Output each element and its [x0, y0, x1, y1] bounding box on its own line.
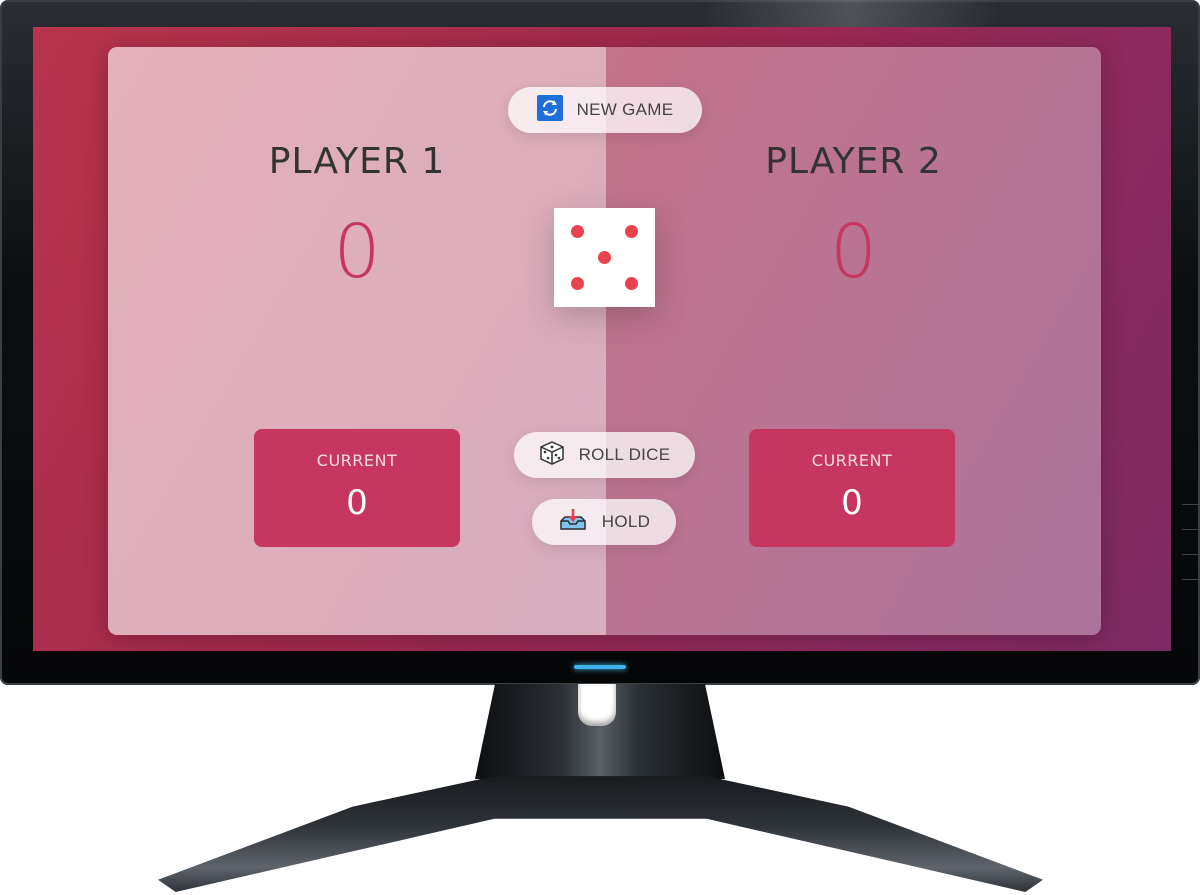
dice: [554, 208, 655, 307]
screen: PLAYER 1 0 CURRENT 0 PLAYER 2 0 CURRENT …: [33, 27, 1171, 651]
dice-pip: [625, 225, 638, 238]
monitor-frame: PLAYER 1 0 CURRENT 0 PLAYER 2 0 CURRENT …: [0, 0, 1200, 685]
player-1-current-score: 0: [346, 483, 368, 523]
power-led: [574, 665, 626, 669]
player-1-score: 0: [333, 209, 381, 295]
player-2-name: PLAYER 2: [765, 141, 942, 182]
inbox-download-icon: [558, 508, 588, 537]
player-1-current-label: CURRENT: [316, 451, 398, 470]
player-2-current-box: CURRENT 0: [749, 429, 955, 547]
player-2-current-score: 0: [841, 483, 863, 523]
dice-pip: [571, 277, 584, 290]
dice-pip: [598, 251, 611, 264]
bezel-highlight: [700, 0, 1000, 30]
monitor-stand-cable-hole: [578, 684, 616, 726]
player-2-score: 0: [829, 209, 878, 295]
refresh-icon: [536, 94, 563, 126]
monitor-stand-base: [158, 776, 1043, 892]
player-1-name: PLAYER 1: [268, 141, 446, 182]
new-game-button[interactable]: NEW GAME: [508, 87, 702, 133]
dice-pip: [625, 277, 638, 290]
monitor-side-buttons: [1182, 480, 1198, 590]
player-2-current-label: CURRENT: [811, 451, 893, 470]
game-board: PLAYER 1 0 CURRENT 0 PLAYER 2 0 CURRENT …: [108, 47, 1101, 635]
player-1-current-box: CURRENT 0: [254, 429, 460, 547]
player-1-panel: PLAYER 1 0 CURRENT 0: [108, 47, 606, 635]
player-2-panel: PLAYER 2 0 CURRENT 0: [606, 47, 1101, 635]
roll-dice-label: ROLL DICE: [578, 445, 671, 464]
hold-button[interactable]: HOLD: [532, 499, 676, 545]
new-game-label: NEW GAME: [576, 100, 674, 119]
dice-pip: [571, 225, 584, 238]
hold-label: HOLD: [601, 512, 651, 531]
dice-icon: [539, 440, 565, 471]
roll-dice-button[interactable]: ROLL DICE: [514, 432, 695, 478]
